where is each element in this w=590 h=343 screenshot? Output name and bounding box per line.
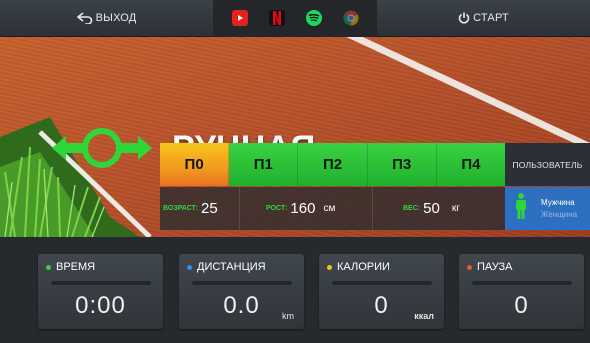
- height-label: РОСТ:: [266, 205, 288, 212]
- height-unit: см: [323, 203, 336, 214]
- person-icon: [515, 193, 527, 224]
- height-value: 160: [290, 200, 316, 217]
- workout-metrics: ВРЕМЯ 0:00 ДИСТАНЦИЯ 0.0 km КАЛОРИИ 0 кк…: [0, 237, 590, 343]
- metric-title: ПАУЗА: [477, 261, 513, 273]
- age-label: ВОЗРАСТ:: [163, 205, 199, 212]
- power-icon: [458, 12, 470, 24]
- tab-program-4[interactable]: П4: [436, 143, 506, 186]
- metric-card-time: ВРЕМЯ 0:00: [38, 254, 163, 329]
- weight-field[interactable]: ВЕС: 50 кг: [373, 187, 505, 230]
- youtube-icon[interactable]: [231, 10, 248, 26]
- netflix-icon[interactable]: [268, 10, 285, 26]
- tab-program-3[interactable]: П3: [367, 143, 437, 186]
- tab-program-0[interactable]: П0: [160, 143, 230, 186]
- weight-label: ВЕС:: [403, 205, 421, 212]
- weight-unit: кг: [451, 203, 460, 214]
- expand-arrows-icon: [52, 125, 152, 176]
- top-bar: ВЫХОД СТАРТ: [0, 0, 590, 37]
- back-arrow-icon: [76, 12, 93, 24]
- weight-value: 50: [423, 200, 440, 217]
- metric-unit: ккал: [414, 311, 434, 321]
- age-field[interactable]: ВОЗРАСТ: 25: [160, 187, 240, 230]
- metric-bar: [192, 281, 292, 285]
- metric-bar: [51, 281, 151, 285]
- exit-button[interactable]: ВЫХОД: [0, 0, 213, 37]
- metric-bar: [332, 281, 432, 285]
- height-field[interactable]: РОСТ: 160 см: [240, 187, 373, 230]
- app-launcher: [213, 0, 377, 37]
- metric-card-pause: ПАУЗА 0: [459, 254, 584, 329]
- start-label: СТАРТ: [473, 12, 509, 24]
- metric-card-calories: КАЛОРИИ 0 ккал: [319, 254, 444, 329]
- spotify-icon[interactable]: [305, 10, 322, 26]
- metric-value: 0: [514, 292, 529, 319]
- metric-title-row: ДИСТАНЦИЯ: [187, 261, 266, 273]
- chrome-icon[interactable]: [342, 10, 359, 26]
- treadmill-screen: ВЫХОД СТАРТ П0 П1 П2 П3 П4 ПОЛЬЗОВАТЕЛЬ …: [0, 0, 590, 343]
- gender-male-option[interactable]: Мужчина: [541, 197, 577, 209]
- gender-female-option[interactable]: Женщина: [541, 209, 577, 221]
- start-button[interactable]: СТАРТ: [377, 0, 590, 37]
- metric-bar: [472, 281, 572, 285]
- tab-program-2[interactable]: П2: [298, 143, 368, 186]
- metric-title-row: КАЛОРИИ: [327, 261, 390, 273]
- metric-title-row: ВРЕМЯ: [46, 261, 95, 273]
- status-dot-icon: [467, 264, 472, 270]
- metric-card-distance: ДИСТАНЦИЯ 0.0 km: [179, 254, 304, 329]
- tab-program-1[interactable]: П1: [229, 143, 299, 186]
- status-dot-icon: [327, 264, 332, 270]
- metric-value: 0:00: [75, 292, 126, 319]
- tab-user[interactable]: ПОЛЬЗОВАТЕЛЬ: [505, 143, 590, 186]
- exit-label: ВЫХОД: [95, 12, 137, 24]
- program-tabs: П0 П1 П2 П3 П4: [160, 143, 506, 186]
- metric-unit: km: [282, 311, 294, 321]
- gender-selector[interactable]: Мужчина Женщина: [505, 187, 590, 230]
- metric-title-row: ПАУЗА: [467, 261, 513, 273]
- metric-title: КАЛОРИИ: [337, 261, 390, 273]
- status-dot-icon: [46, 264, 51, 270]
- metric-title: ДИСТАНЦИЯ: [197, 261, 266, 273]
- metric-title: ВРЕМЯ: [56, 261, 96, 273]
- status-dot-icon: [187, 264, 192, 270]
- profile-stats: ВОЗРАСТ: 25 РОСТ: 160 см ВЕС: 50 кг: [160, 187, 505, 230]
- gender-options: Мужчина Женщина: [541, 197, 577, 221]
- age-value: 25: [201, 200, 218, 217]
